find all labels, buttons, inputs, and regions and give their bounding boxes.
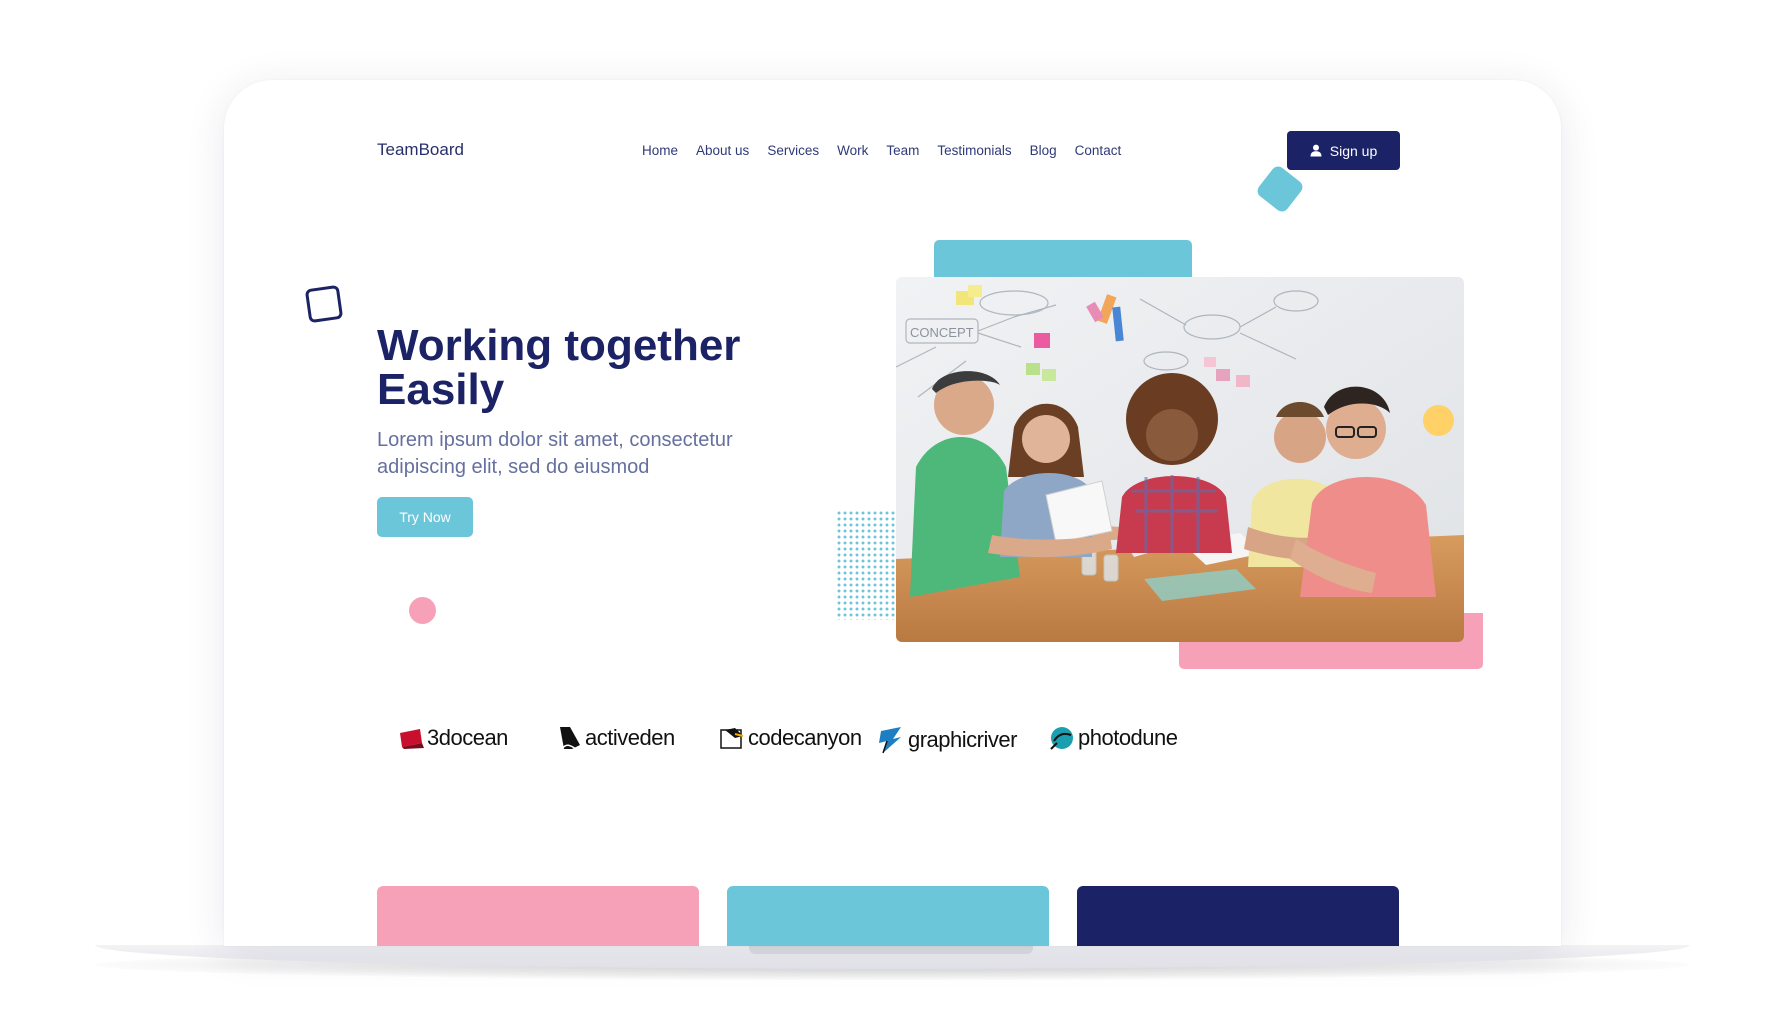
decor-dot-grid <box>836 510 898 620</box>
nav-item-home[interactable]: Home <box>642 143 678 158</box>
nav-item-about-us[interactable]: About us <box>696 143 749 158</box>
decor-teal-tab <box>934 240 1192 280</box>
nav-item-testimonials[interactable]: Testimonials <box>937 143 1011 158</box>
nav-item-services[interactable]: Services <box>767 143 819 158</box>
nav-item-team[interactable]: Team <box>886 143 919 158</box>
feature-card-teal <box>727 886 1049 946</box>
device-screen: TeamBoard Home About us Services Work Te… <box>224 80 1561 946</box>
brand-codecanyon[interactable]: codecanyon <box>719 725 862 751</box>
photodune-logo-icon <box>1050 727 1073 750</box>
nav-item-contact[interactable]: Contact <box>1075 143 1122 158</box>
brand-photodune-label: photodune <box>1078 725 1178 750</box>
brand-graphicriver-label: graphicriver <box>908 727 1017 752</box>
brand-3docean-label: 3docean <box>427 725 508 750</box>
user-icon <box>1310 144 1322 157</box>
decor-yellow-dot <box>1423 405 1454 436</box>
hero-title-line-1: Working together <box>377 321 741 370</box>
hero-subtitle-line-1: Lorem ipsum dolor sit amet, consectetur <box>377 429 733 451</box>
brand-graphicriver[interactable]: graphicriver <box>875 725 1017 755</box>
nav-item-work[interactable]: Work <box>837 143 868 158</box>
main-nav: Home About us Services Work Team Testimo… <box>642 143 1139 158</box>
device-notch <box>749 945 1033 954</box>
hero-team-photo: CONCEPT <box>896 277 1464 642</box>
feature-card-navy <box>1077 886 1399 946</box>
brand-3docean[interactable]: 3docean <box>398 725 508 751</box>
graphicriver-logo-icon <box>879 727 901 754</box>
decor-pink-dot <box>409 597 436 624</box>
feature-card-pink <box>377 886 699 946</box>
hero-subtitle-line-2: adipiscing elit, sed do eiusmod <box>377 456 650 478</box>
svg-text:CONCEPT: CONCEPT <box>910 325 974 340</box>
3docean-logo-icon <box>400 729 424 749</box>
brand-activeden-label: activeden <box>585 725 675 750</box>
brand-codecanyon-label: codecanyon <box>748 725 862 750</box>
signup-button[interactable]: Sign up <box>1287 131 1400 170</box>
decor-outline-square <box>304 284 344 324</box>
decor-teal-diamond <box>1254 163 1306 215</box>
try-now-button[interactable]: Try Now <box>377 497 473 537</box>
hero-subtitle: Lorem ipsum dolor sit amet, consectetur … <box>377 427 797 481</box>
signup-button-label: Sign up <box>1329 142 1378 159</box>
brand-photodune[interactable]: photodune <box>1049 725 1178 751</box>
nav-item-blog[interactable]: Blog <box>1030 143 1057 158</box>
hero-title: Working together Easily <box>377 324 797 412</box>
activeden-logo-icon <box>560 727 580 750</box>
brand-activeden[interactable]: activeden <box>558 725 675 751</box>
site-logo[interactable]: TeamBoard <box>377 140 464 160</box>
codecanyon-logo-icon <box>720 728 744 749</box>
hero-title-line-2: Easily <box>377 365 505 414</box>
